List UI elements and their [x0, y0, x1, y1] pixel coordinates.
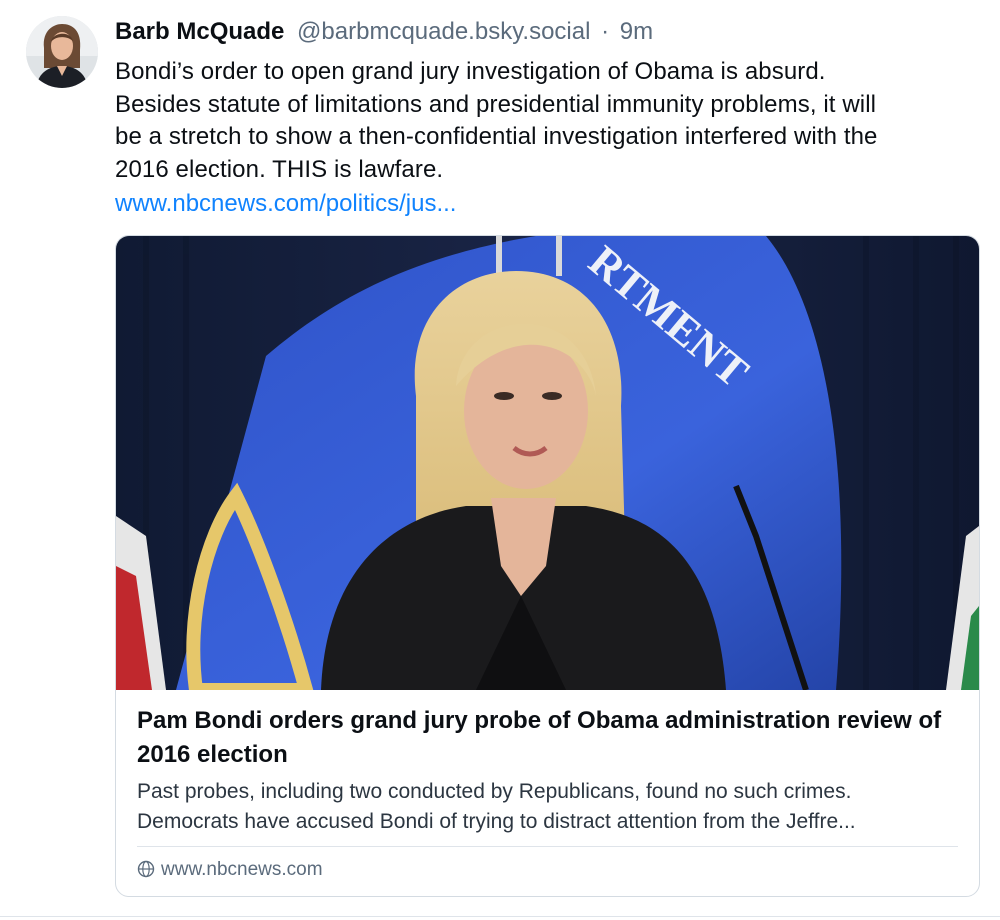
avatar-photo-icon	[26, 16, 98, 88]
article-description-line: Past probes, including two conducted by …	[137, 780, 852, 803]
post-body-text: Bondi’s order to open grand jury investi…	[115, 56, 985, 186]
header-separator: ·	[601, 18, 610, 45]
link-preview-card[interactable]: RTMENT Pam Bondi orders grand jury probe…	[115, 235, 980, 897]
post-text-line: Bondi’s order to open grand jury investi…	[115, 58, 826, 85]
article-description-line: Democrats have accused Bondi of trying t…	[137, 809, 856, 833]
feed-post[interactable]: Barb McQuade @barbmcquade.bsky.social · …	[0, 0, 1000, 920]
post-link[interactable]: www.nbcnews.com/politics/jus...	[115, 188, 456, 220]
globe-icon	[137, 860, 155, 878]
post-text-line: 2016 election. THIS is lawfare.	[115, 155, 444, 183]
post-text-line: Besides statute of limitations and presi…	[115, 90, 877, 118]
post-bottom-divider	[0, 916, 1000, 917]
post-header: Barb McQuade @barbmcquade.bsky.social · …	[115, 16, 653, 48]
article-title[interactable]: Pam Bondi orders grand jury probe of Oba…	[137, 704, 967, 772]
article-thumbnail: RTMENT	[116, 236, 979, 690]
author-handle[interactable]: @barbmcquade.bsky.social	[297, 18, 590, 45]
author-avatar[interactable]	[26, 16, 98, 88]
article-description: Past probes, including two conducted by …	[137, 777, 967, 836]
card-divider	[137, 846, 958, 847]
article-domain: www.nbcnews.com	[137, 856, 323, 884]
post-timestamp[interactable]: 9m	[620, 18, 653, 45]
article-photo-icon: RTMENT	[116, 236, 979, 690]
article-domain-text: www.nbcnews.com	[161, 859, 323, 880]
author-name[interactable]: Barb McQuade	[115, 18, 284, 45]
post-text-line: be a stretch to show a then-confidential…	[115, 123, 878, 150]
